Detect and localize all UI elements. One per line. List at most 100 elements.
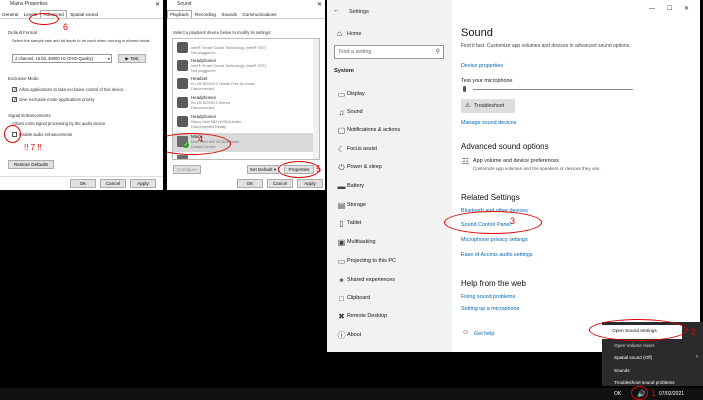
settings-window: ← Settings ⌂ Home Find a setting ⚲ Syste…: [327, 0, 700, 352]
sidebar-item-tablet[interactable]: ▯ Tablet: [327, 215, 452, 233]
list-item[interactable]: Headphones Intel® Smart Sound Technology…: [173, 57, 313, 76]
battery-icon: ▬: [337, 182, 346, 191]
apply-button[interactable]: Apply: [297, 179, 323, 188]
annotation-4: 4: [198, 134, 204, 144]
set-default-button[interactable]: Set Default ▾: [247, 165, 279, 174]
test-button[interactable]: ▶ Test: [118, 54, 146, 63]
tab-playback[interactable]: Playback: [167, 10, 192, 18]
sidebar-item-multitasking[interactable]: ▣ Multitasking: [327, 234, 452, 252]
annotation-ring-enhancements: [4, 125, 21, 143]
ok-button[interactable]: OK: [237, 179, 263, 188]
ease-of-access-audio-link[interactable]: Ease of Access audio settings: [461, 252, 533, 258]
fixing-sound-link[interactable]: Fixing sound problems: [461, 294, 515, 300]
manage-sound-devices-link[interactable]: Manage sound devices: [461, 120, 516, 126]
list-item[interactable]: Intel® Smart Sound Technology (Intel® SS…: [173, 39, 313, 58]
ok-button[interactable]: OK: [70, 179, 96, 188]
headphones-icon: [177, 97, 188, 108]
tab-communications[interactable]: Communications: [240, 11, 278, 18]
app-volume-item[interactable]: ☷ App volume and device preferences Cust…: [461, 157, 681, 177]
annotation-2: 2: [691, 327, 697, 337]
sidebar-item-remote-desktop[interactable]: ✖ Remote Desktop: [327, 308, 452, 326]
tray-ok-label: OK: [614, 391, 622, 397]
list-item[interactable]: Headphones Mains Nimi MI2 NVIDIA Audio D…: [173, 113, 313, 132]
close-icon[interactable]: ✕: [684, 5, 689, 12]
annotation-5: 5: [316, 164, 322, 174]
exclusive-control-checkbox[interactable]: ✓: [12, 87, 17, 93]
notification-icon: ▢: [337, 126, 346, 135]
sidebar-item-clipboard[interactable]: □ Clipboard: [327, 290, 452, 308]
remote-desktop-icon: ✖: [338, 312, 345, 321]
help-heading: Help from the web: [461, 279, 526, 288]
menu-item-troubleshoot[interactable]: Troubleshoot sound problems: [614, 380, 675, 385]
sound-tabs: Playback Recording Sounds Communications: [167, 10, 325, 19]
apply-button[interactable]: Apply: [130, 179, 156, 188]
cancel-button[interactable]: Cancel: [267, 179, 293, 188]
exclusive-priority-checkbox[interactable]: ✓: [12, 97, 17, 103]
sidebar-item-sound[interactable]: ♫ Sound: [327, 104, 452, 122]
exclusive-mode-header: Exclusive Mode: [8, 76, 39, 81]
playback-instructions: Select a playback device below to modify…: [173, 30, 272, 35]
sidebar-item-shared-experiences[interactable]: ✶ Shared experiences: [327, 272, 452, 290]
get-help-link[interactable]: Get help: [474, 331, 494, 337]
minimize-icon[interactable]: —: [649, 6, 655, 12]
taskbar-date: 07/02/2021: [659, 391, 685, 397]
advanced-sound-heading: Advanced sound options: [461, 142, 549, 151]
sidebar-item-power[interactable]: ⏻ Power & sleep: [327, 159, 452, 177]
tab-recording[interactable]: Recording: [193, 11, 218, 18]
sidebar-item-storage[interactable]: ▤ Storage: [327, 197, 452, 215]
menu-item-sounds[interactable]: Sounds: [614, 368, 630, 373]
annotation-ring-sound-control-panel: [444, 211, 542, 234]
tab-sounds[interactable]: Sounds: [219, 11, 239, 18]
setup-mic-link[interactable]: Setting up a microphone: [461, 306, 519, 312]
format-select-value: 2 channel, 16 bit, 48000 Hz (DVD Quality…: [15, 56, 93, 61]
sidebar-item-about[interactable]: ⓘ About: [327, 327, 452, 345]
headphones-icon: [177, 116, 188, 127]
menu-item-spatial-sound[interactable]: Spatial sound (Off): [614, 355, 652, 360]
sidebar-item-notifications[interactable]: ▢ Notifications & actions: [327, 122, 452, 140]
maximize-icon[interactable]: ☐: [667, 5, 672, 12]
search-input[interactable]: Find a setting ⚲: [334, 45, 444, 59]
microphone-privacy-link[interactable]: Microphone privacy settings: [461, 237, 528, 243]
sidebar-item-battery[interactable]: ▬ Battery: [327, 178, 452, 196]
speaker-icon: [177, 155, 188, 159]
sidebar-item-projecting[interactable]: ▭ Projecting to this PC: [327, 253, 452, 271]
back-arrow-icon[interactable]: ←: [333, 7, 340, 14]
close-icon[interactable]: ✕: [155, 1, 160, 8]
enable-enhancements-label: Enable audio enhancements: [19, 132, 73, 137]
settings-sidebar: ← Settings ⌂ Home Find a setting ⚲ Syste…: [327, 0, 452, 352]
annotation-1: 1: [651, 388, 657, 398]
home-nav[interactable]: Home: [347, 31, 361, 37]
signal-enhancements-desc: Allows extra signal processing by the au…: [12, 121, 106, 126]
get-help-icon: ☺: [462, 329, 470, 336]
device-properties-link[interactable]: Device properties: [461, 63, 503, 69]
format-select[interactable]: 2 channel, 16 bit, 48000 Hz (DVD Quality…: [12, 54, 112, 63]
close-icon[interactable]: ✕: [317, 1, 322, 8]
test-mic-label: Test your microphone: [461, 78, 513, 84]
tab-general[interactable]: General: [0, 11, 20, 18]
tab-spatial-sound[interactable]: Spatial sound: [68, 11, 100, 18]
configure-button[interactable]: Configure: [173, 165, 201, 174]
cancel-button[interactable]: Cancel: [100, 179, 126, 188]
exclusive-control-label: Allow applications to take exclusive con…: [19, 87, 124, 92]
default-format-header: Default Format: [8, 30, 38, 35]
sidebar-item-focus-assist[interactable]: ☾ Focus assist: [327, 141, 452, 159]
annotation-7: !! 7 !!: [24, 143, 42, 152]
troubleshoot-button[interactable]: ⚠ Troubleshoot: [461, 99, 515, 113]
tablet-icon: ▯: [339, 219, 344, 228]
scrollbar[interactable]: [313, 39, 319, 159]
list-item[interactable]: Headset Ku UK BOOM 2 Hands-Free Au Audio…: [173, 75, 313, 94]
restore-defaults-button[interactable]: Restore Defaults: [8, 160, 54, 169]
sidebar-item-display[interactable]: ▭ Display: [327, 86, 452, 104]
moon-icon: ☾: [337, 145, 346, 154]
annotation-3: 3: [510, 216, 516, 226]
signal-enhancements-header: Signal Enhancements: [8, 113, 51, 118]
warning-icon: ⚠: [465, 103, 471, 109]
properties-tabs: General Levels Advanced Spatial sound: [0, 10, 163, 19]
related-settings-heading: Related Settings: [461, 193, 520, 202]
menu-item-open-volume-mixer[interactable]: Open Volume mixer: [614, 343, 654, 348]
info-icon: ⓘ: [337, 331, 346, 340]
speaker-icon: ♫: [338, 108, 345, 117]
settings-title: Settings: [349, 9, 369, 15]
list-item[interactable]: Headphones Ku UK BOOM 2 Stereo Disconnec…: [173, 94, 313, 113]
annotation-ring-speaker-tray: [631, 386, 648, 400]
